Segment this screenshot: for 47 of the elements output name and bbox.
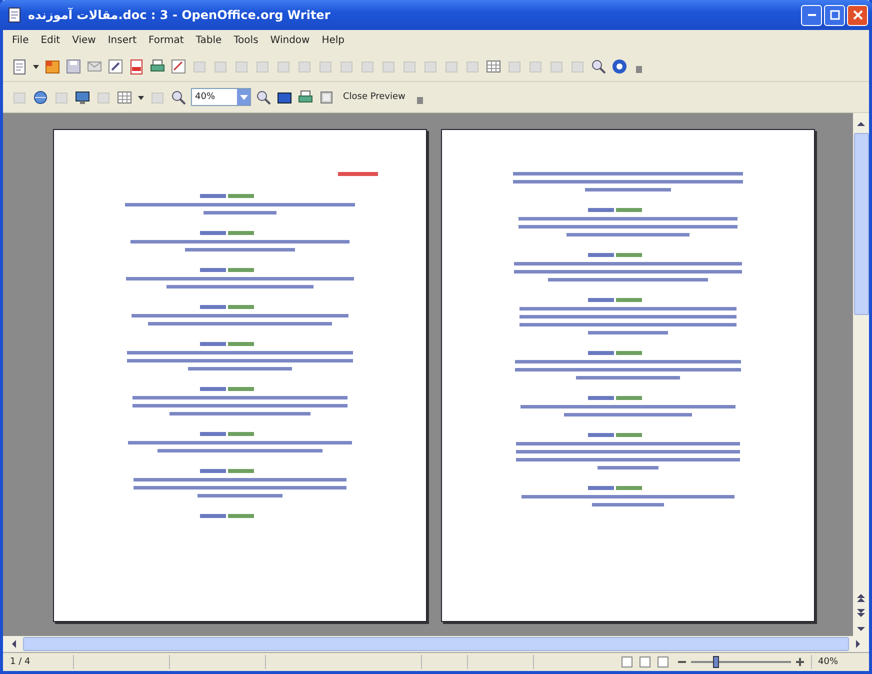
close-icon bbox=[852, 10, 862, 20]
maximize-button[interactable] bbox=[824, 4, 845, 26]
menu-item[interactable]: Help bbox=[316, 33, 350, 48]
menu-item[interactable]: Table bbox=[190, 33, 227, 48]
zoom-icon[interactable] bbox=[590, 58, 607, 74]
minimize-button[interactable] bbox=[801, 4, 822, 26]
menu-item[interactable]: Edit bbox=[36, 33, 66, 48]
menu-item[interactable]: Insert bbox=[102, 33, 142, 48]
slider-thumb[interactable] bbox=[713, 656, 719, 668]
menu-item[interactable]: Format bbox=[144, 33, 189, 48]
zoom-field[interactable]: 40% bbox=[191, 88, 251, 106]
close-preview-button[interactable]: Close Preview bbox=[339, 90, 410, 104]
printer-icon[interactable] bbox=[149, 58, 166, 74]
horizontal-scrollbar[interactable] bbox=[3, 636, 869, 652]
vertical-scrollbar[interactable] bbox=[853, 113, 869, 636]
zoom-icon[interactable] bbox=[170, 88, 187, 106]
dropdown-arrow-icon bbox=[240, 93, 248, 101]
menu-item[interactable]: View bbox=[67, 33, 101, 48]
zoom-percentage: 40% bbox=[811, 655, 844, 669]
two-page-view-icon[interactable] bbox=[637, 655, 653, 669]
zoom-icon[interactable] bbox=[255, 88, 272, 106]
scroll-thumb[interactable] bbox=[854, 133, 868, 315]
window-title: مقالات آموزنده.doc : 3 - OpenOffice.org Writer bbox=[28, 8, 332, 22]
stacked-squares-icon[interactable] bbox=[44, 58, 61, 74]
close-button[interactable] bbox=[847, 4, 868, 26]
table-icon[interactable] bbox=[485, 58, 502, 74]
menu-item[interactable]: File bbox=[7, 33, 34, 48]
globe-icon[interactable] bbox=[32, 88, 49, 106]
zoom-in-icon[interactable] bbox=[795, 657, 805, 667]
print-options-icon[interactable] bbox=[318, 88, 335, 106]
table-icon[interactable] bbox=[116, 88, 133, 106]
document-icon[interactable] bbox=[11, 58, 28, 74]
menu-item[interactable]: Tools bbox=[228, 33, 264, 48]
scroll-thumb[interactable] bbox=[23, 637, 849, 651]
save-icon[interactable] bbox=[65, 58, 82, 74]
minimize-icon bbox=[808, 14, 816, 16]
pdf-icon[interactable] bbox=[128, 58, 145, 74]
pencil-page-icon[interactable] bbox=[107, 58, 124, 74]
document-icon bbox=[8, 7, 22, 23]
monitor-icon[interactable] bbox=[74, 88, 91, 106]
menu-item[interactable]: Window bbox=[265, 33, 315, 48]
book-view-icon[interactable] bbox=[655, 655, 671, 669]
single-page-view-icon[interactable] bbox=[619, 655, 635, 669]
maximize-icon bbox=[830, 10, 840, 20]
page-indicator: 1 / 4 bbox=[9, 656, 32, 669]
printer-icon[interactable] bbox=[297, 88, 314, 106]
spellcheck-icon[interactable] bbox=[170, 58, 187, 74]
